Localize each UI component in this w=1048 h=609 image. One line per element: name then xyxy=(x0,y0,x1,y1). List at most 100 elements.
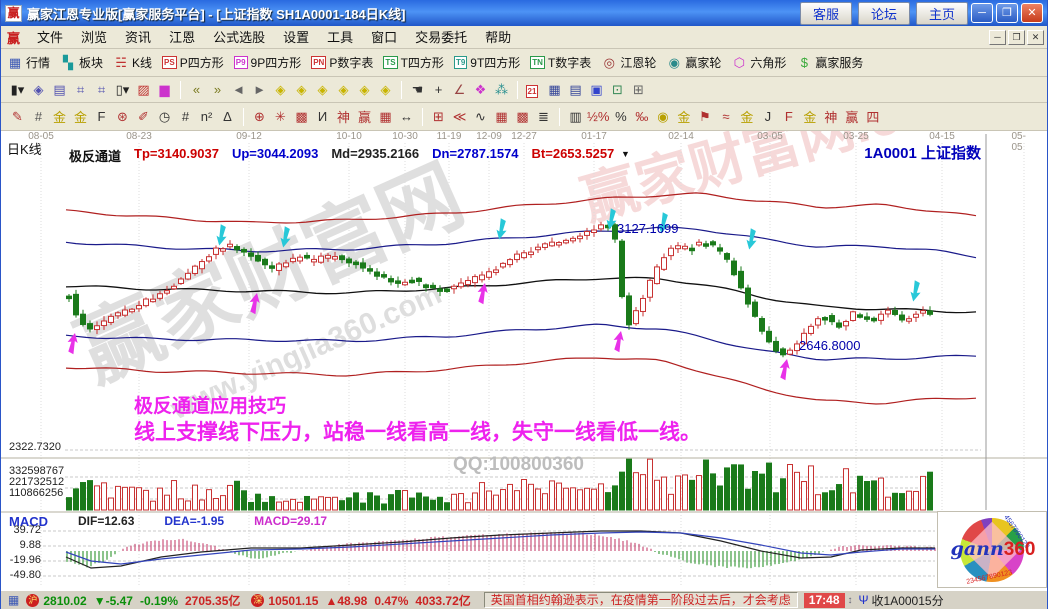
hexagon-button[interactable]: ⬡ 六角形 xyxy=(731,54,787,71)
fan-lines-tool[interactable]: F xyxy=(92,109,111,124)
formula-tool[interactable]: ▨ xyxy=(134,82,153,98)
prev-page-button[interactable]: ◄ xyxy=(229,82,248,97)
t9-square-button[interactable]: T9 9T四方形 xyxy=(453,54,520,71)
volume-bars-tool[interactable]: ▥ xyxy=(566,109,585,125)
first-page-button[interactable]: « xyxy=(187,82,206,97)
hand-tool[interactable]: ☚ xyxy=(408,82,427,98)
maximize-button[interactable]: ❐ xyxy=(996,3,1018,23)
zoom-h-button[interactable]: ◈ xyxy=(313,82,332,98)
grid-target-tool[interactable]: ▩ xyxy=(292,109,311,125)
blocks-button[interactable]: ▚ 板块 xyxy=(60,54,103,71)
title-bar[interactable]: 赢 赢家江恩专业版[赢家服务平台] - [上证指数 SH1A0001-184日K… xyxy=(1,0,1047,26)
rays-tool[interactable]: ≪ xyxy=(450,109,469,125)
menu-江恩[interactable]: 江恩 xyxy=(160,28,204,47)
news-ticker[interactable]: 英国首相约翰逊表示，在疫情第一阶段过去后，才会考虑 xyxy=(483,592,798,608)
zoom-in-button[interactable]: ◈ xyxy=(355,82,374,98)
pattern-tool[interactable]: ◈ xyxy=(29,82,48,98)
ying-angle-tool[interactable]: 赢 xyxy=(842,107,861,126)
menu-公式选股[interactable]: 公式选股 xyxy=(204,28,274,47)
menu-帮助[interactable]: 帮助 xyxy=(476,28,520,47)
last-page-button[interactable]: » xyxy=(208,82,227,97)
grid-a-tool[interactable]: ▦ xyxy=(492,109,511,125)
frame-tool[interactable]: ⊞ xyxy=(429,109,448,125)
child-minimize-button[interactable]: ─ xyxy=(989,29,1006,45)
zoom-v-button[interactable]: ◈ xyxy=(334,82,353,98)
menu-文件[interactable]: 文件 xyxy=(28,28,72,47)
save-button[interactable]: ▣ xyxy=(587,82,606,98)
notebook-tool[interactable]: ▤ xyxy=(566,82,585,98)
bars9-tool[interactable]: ⌗ xyxy=(92,82,111,98)
t-square-button[interactable]: TS T四方形 xyxy=(383,54,444,71)
spiral-tool[interactable]: ⊛ xyxy=(113,109,132,125)
flag-tool[interactable]: ⚑ xyxy=(695,109,714,125)
zigzag-tool[interactable]: ∿ xyxy=(471,109,490,125)
shen-tool[interactable]: 神 xyxy=(334,107,353,126)
compass-tool[interactable]: ⊕ xyxy=(250,109,269,125)
p9-square-button[interactable]: P9 9P四方形 xyxy=(233,54,301,71)
kline-style-dropdown[interactable]: ▮▾ xyxy=(8,82,27,98)
menu-工具[interactable]: 工具 xyxy=(318,28,362,47)
pattern-k-tool[interactable]: И xyxy=(313,109,332,124)
next-page-button[interactable]: ► xyxy=(250,82,269,97)
j-angle-tool[interactable]: J xyxy=(758,109,777,124)
kline-button[interactable]: ☵ K线 xyxy=(113,54,152,71)
winner-wheel-button[interactable]: ◉ 赢家轮 xyxy=(666,54,722,71)
menu-浏览[interactable]: 浏览 xyxy=(72,28,116,47)
export-data-button[interactable]: ⊡ xyxy=(608,82,627,98)
color-histogram-tool[interactable]: ▆ xyxy=(155,82,174,98)
menu-资讯[interactable]: 资讯 xyxy=(116,28,160,47)
p-number-button[interactable]: PN P数字表 xyxy=(311,54,373,71)
titlebar-button-客服[interactable]: 客服 xyxy=(799,1,852,25)
chart-area[interactable]: 赢家财富网.com 赢家财富网 www.yingjia360.com 日K线 极… xyxy=(1,131,1047,590)
gold-grid2-tool[interactable]: 金 xyxy=(71,107,90,126)
grid123-tool[interactable]: ▦ xyxy=(376,109,395,125)
si-angle-tool[interactable]: 四 xyxy=(863,107,882,126)
info-panel-tool[interactable]: ▤ xyxy=(50,82,69,98)
t-number-button[interactable]: TN T数字表 xyxy=(530,54,591,71)
grid-b-tool[interactable]: ▩ xyxy=(513,109,532,125)
crosshair-tool[interactable]: + xyxy=(429,82,448,97)
angle-pencil-tool[interactable]: ∆ xyxy=(218,109,237,124)
market-grid-icon[interactable]: ▦ xyxy=(8,593,19,607)
bars3-tool[interactable]: ⌗ xyxy=(71,82,90,98)
ying-tool[interactable]: 赢 xyxy=(355,107,374,126)
quotes-button[interactable]: ▦ 行情 xyxy=(7,54,50,71)
minimize-button[interactable]: ─ xyxy=(971,3,993,23)
gann-web-tool[interactable]: ✳ xyxy=(271,109,290,125)
calendar-tool[interactable]: 21 xyxy=(524,82,543,98)
percent-line-tool[interactable]: ‰ xyxy=(632,109,651,124)
wave-tool[interactable]: ≈ xyxy=(716,109,735,124)
shen-angle-tool[interactable]: 神 xyxy=(821,107,840,126)
titlebar-button-主页[interactable]: 主页 xyxy=(915,1,968,25)
gold-line-tool[interactable]: 金 xyxy=(674,107,693,126)
winner-service-button[interactable]: $ 赢家服务 xyxy=(796,54,864,71)
gold-grid-tool[interactable]: 金 xyxy=(50,107,69,126)
shape-tool[interactable]: ❖ xyxy=(471,82,490,98)
p-square-button[interactable]: PS P四方形 xyxy=(162,54,224,71)
cycle-clock-tool[interactable]: ◷ xyxy=(155,109,174,125)
comb-tool[interactable]: # xyxy=(176,109,195,124)
titlebar-button-论坛[interactable]: 论坛 xyxy=(857,1,910,25)
cloud-tool[interactable]: ⁂ xyxy=(492,82,511,98)
gann-wheel-button[interactable]: ◎ 江恩轮 xyxy=(601,54,657,71)
pencil-note-tool[interactable]: ✐ xyxy=(134,109,153,125)
zoom-out-button[interactable]: ◈ xyxy=(376,82,395,98)
candle-setting-dropdown[interactable]: ▯▾ xyxy=(113,82,132,98)
hatch-tool[interactable]: ≣ xyxy=(534,109,553,125)
close-button[interactable]: ✕ xyxy=(1021,3,1043,23)
percent-tool[interactable]: % xyxy=(611,109,630,124)
calculator-tool[interactable]: ▦ xyxy=(545,82,564,98)
f-angle-tool[interactable]: F xyxy=(779,109,798,124)
child-close-button[interactable]: ✕ xyxy=(1027,29,1044,45)
pencil-tool[interactable]: ✎ xyxy=(8,109,27,125)
gold-slash-tool[interactable]: 金 xyxy=(737,107,756,126)
menu-窗口[interactable]: 窗口 xyxy=(362,28,406,47)
menu-交易委托[interactable]: 交易委托 xyxy=(406,28,476,47)
ruler-tool[interactable]: # xyxy=(29,109,48,124)
menu-设置[interactable]: 设置 xyxy=(274,28,318,47)
measure-tool[interactable]: ↔ xyxy=(397,109,416,124)
gold-angle-tool[interactable]: 金 xyxy=(800,107,819,126)
child-restore-button[interactable]: ❒ xyxy=(1008,29,1025,45)
gold-circle-tool[interactable]: ◉ xyxy=(653,109,672,125)
percent-box-tool[interactable]: ½% xyxy=(587,109,609,124)
